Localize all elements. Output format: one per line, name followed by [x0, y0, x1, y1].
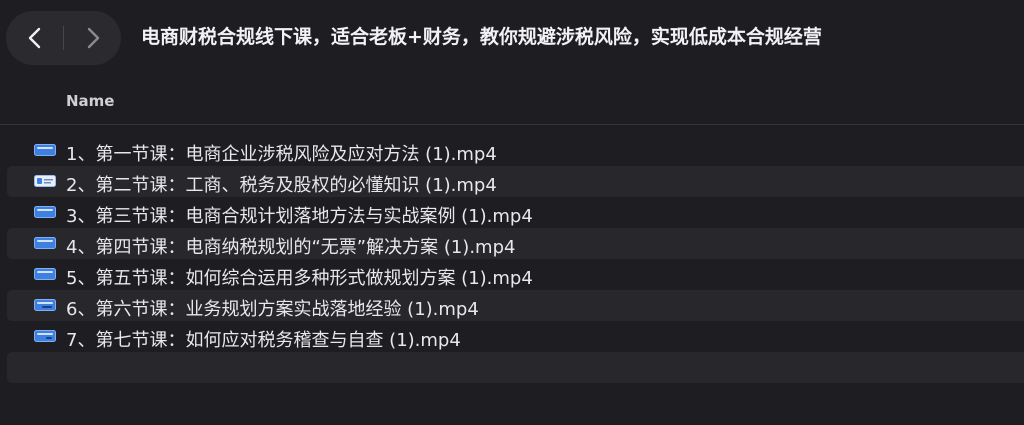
video-file-icon: [34, 206, 56, 218]
empty-row: [7, 352, 1024, 383]
toolbar: 电商财税合规线下课，适合老板+财务，教你规避涉税风险，实现低成本合规经营: [0, 0, 1024, 80]
chevron-right-icon: [87, 27, 99, 49]
list-item[interactable]: 1、第一节课：电商企业涉税风险及应对方法 (1).mp4: [7, 135, 1024, 166]
file-name: 7、第七节课：如何应对税务稽查与自查 (1).mp4: [66, 330, 461, 351]
file-list: 1、第一节课：电商企业涉税风险及应对方法 (1).mp4 2、第二节课：工商、税…: [7, 135, 1024, 383]
list-item[interactable]: 7、第七节课：如何应对税务稽查与自查 (1).mp4: [7, 321, 1024, 352]
forward-button[interactable]: [64, 11, 121, 65]
list-item[interactable]: 3、第三节课：电商合规计划落地方法与实战案例 (1).mp4: [7, 197, 1024, 228]
list-item[interactable]: 4、第四节课：电商纳税规划的“无票”解决方案 (1).mp4: [7, 228, 1024, 259]
video-file-icon: [34, 144, 56, 156]
column-header: Name: [0, 86, 1024, 116]
file-name: 2、第二节课：工商、税务及股权的必懂知识 (1).mp4: [66, 175, 497, 196]
navigation-buttons: [6, 11, 121, 65]
chevron-left-icon: [28, 27, 40, 49]
list-item[interactable]: 5、第五节课：如何综合运用多种形式做规划方案 (1).mp4: [7, 259, 1024, 290]
file-name: 3、第三节课：电商合规计划落地方法与实战案例 (1).mp4: [66, 206, 533, 227]
video-file-icon: [34, 268, 56, 280]
list-item[interactable]: 6、第六节课：业务规划方案实战落地经验 (1).mp4: [7, 290, 1024, 321]
window-title: 电商财税合规线下课，适合老板+财务，教你规避涉税风险，实现低成本合规经营: [141, 26, 822, 48]
video-file-icon: [34, 175, 56, 187]
column-header-name[interactable]: Name: [66, 92, 114, 110]
list-item[interactable]: 2、第二节课：工商、税务及股权的必懂知识 (1).mp4: [7, 166, 1024, 197]
video-file-icon: [34, 330, 56, 342]
video-file-icon: [34, 299, 56, 311]
header-divider: [0, 124, 1024, 125]
file-name: 4、第四节课：电商纳税规划的“无票”解决方案 (1).mp4: [66, 237, 516, 258]
file-name: 5、第五节课：如何综合运用多种形式做规划方案 (1).mp4: [66, 268, 533, 289]
video-file-icon: [34, 237, 56, 249]
back-button[interactable]: [6, 11, 63, 65]
file-name: 6、第六节课：业务规划方案实战落地经验 (1).mp4: [66, 299, 479, 320]
file-name: 1、第一节课：电商企业涉税风险及应对方法 (1).mp4: [66, 144, 497, 165]
